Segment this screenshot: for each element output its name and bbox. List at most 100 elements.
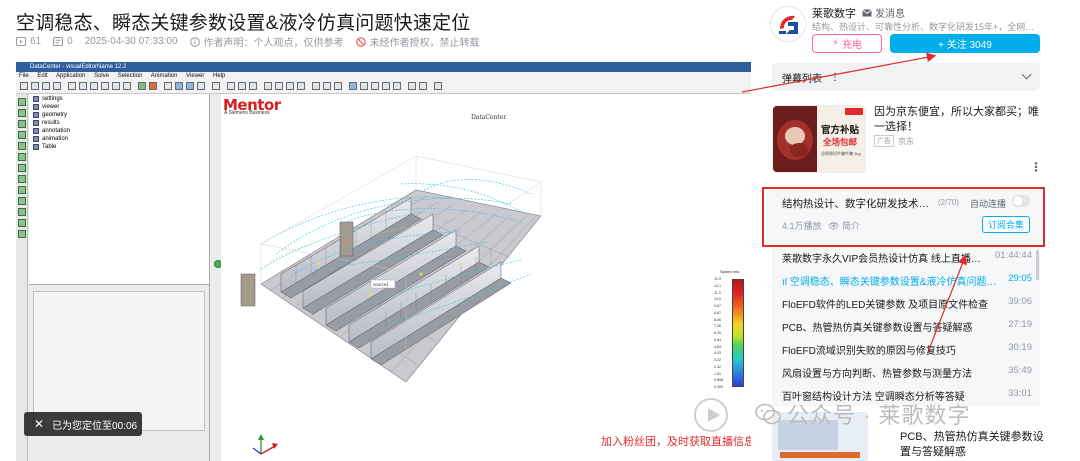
toolbar-icon	[175, 82, 183, 90]
tree-item: annotation	[33, 128, 70, 134]
charge-button[interactable]: ⚡ 充电	[812, 34, 882, 53]
ad-thumbnail[interactable]: 官方补贴 全场包邮 谷饲原切牛腩牛腩 1kg	[772, 105, 866, 173]
svg-text:source1: source1	[373, 282, 389, 287]
panel-icon	[18, 109, 26, 117]
toolbar-icon	[360, 82, 368, 90]
tree-item: results	[33, 120, 60, 126]
video-title: 空调稳态、瞬态关键参数设置&液冷仿真问题快速定位	[16, 13, 471, 34]
more-options-icon[interactable]: ⋮	[1030, 160, 1042, 174]
project-tree: settings viewer geometry results annotat…	[29, 94, 210, 284]
tree-item: viewer	[33, 104, 59, 110]
menu-application: Application	[56, 73, 86, 79]
seek-toast: ✕ 已为您定位至00:06	[24, 412, 142, 436]
forbidden-icon	[355, 36, 366, 47]
danmaku-count: 0	[53, 36, 73, 47]
chevron-down-icon[interactable]	[1021, 69, 1032, 80]
list-item-current[interactable]: ıl 空调稳态、瞬态关键参数设置&液冷仿真问题… 29:05	[782, 273, 1032, 288]
speed-colorbar	[732, 279, 744, 387]
toolbar-icon	[186, 82, 194, 90]
menu-file: File	[19, 73, 29, 79]
tree-node-icon	[33, 112, 39, 118]
toolbar-icon	[249, 82, 257, 90]
panel-icon	[18, 197, 26, 205]
toolbar-icon	[264, 82, 272, 90]
panel-icon	[18, 186, 26, 194]
panel-icon	[18, 142, 26, 150]
play-count-icon	[16, 37, 26, 46]
no-repost-text: 未经作者授权，禁止转载	[369, 38, 480, 49]
ad-title[interactable]: 因为京东便宜，所以大家都买；唯一选择！	[874, 105, 1044, 135]
list-item[interactable]: 莱歌数字永久VIP会员热设计仿真 线上直播… 01:44:44	[782, 250, 1032, 265]
menu-help: Help	[213, 73, 226, 79]
toolbar-icon	[382, 82, 390, 90]
colorbar-title: Speed m/s	[720, 269, 740, 274]
wechat-icon	[755, 403, 781, 425]
app-menubar: File Edit Application Solve Selection An…	[16, 72, 751, 80]
video-player[interactable]: DataCenter - visualEditorName 12.2 File …	[16, 62, 751, 461]
tree-item: animation	[33, 136, 68, 142]
toolbar-icon	[286, 82, 294, 90]
wechat-watermark-text: 公众号 · 莱歌数字	[787, 403, 971, 428]
toolbar-icon	[197, 82, 205, 90]
ad-label: 广告	[874, 135, 894, 147]
uploader-name[interactable]: 莱歌数字	[812, 5, 856, 21]
toolbar-icon	[20, 82, 28, 90]
panel-icon	[18, 164, 26, 172]
panel-icon	[18, 219, 26, 227]
colorbar-tick-label: 12.1	[714, 283, 721, 288]
toolbar-icon	[31, 82, 39, 90]
uploader-description: 结构、热设计、可靠性分析、数字化研发15年+，全网…	[812, 22, 1035, 32]
tree-node-icon	[33, 104, 39, 110]
colorbar-tick-label: 12.9	[714, 277, 721, 281]
toolbar-icon	[275, 82, 283, 90]
lightning-icon: ⚡	[831, 38, 840, 49]
charge-label: 充电	[842, 40, 863, 51]
tree-node-icon	[33, 128, 39, 134]
toolbar-icon	[79, 82, 87, 90]
colorbar-tick-label: 0.000	[714, 385, 723, 389]
toolbar-icon	[238, 82, 246, 90]
play-count: 61	[16, 36, 41, 47]
highlight-box	[762, 187, 1045, 247]
send-message-link[interactable]: 发消息	[862, 5, 905, 20]
list-item[interactable]: FloEFD软件的LED关键参数 及项目原文件检查 39:06	[782, 296, 1032, 311]
recommend-title[interactable]: PCB、热管热仿真关键参数设置与答疑解惑	[900, 430, 1050, 460]
video-meta: 61 0 2025-04-30 07:33:00 作者声明：个人观点，仅供参考 …	[16, 34, 492, 49]
episode-list-scrollbar[interactable]	[1036, 250, 1039, 280]
list-item[interactable]: FloEFD流域识别失败的原因与修复技巧 30:19	[782, 342, 1032, 357]
close-icon[interactable]: ✕	[34, 417, 44, 431]
left-icon-strip	[16, 94, 28, 461]
author-statement-text: 作者声明：个人观点，仅供参考	[203, 38, 344, 49]
ad-badge-title: 官方补贴	[821, 125, 860, 136]
ad-tag: 广告 京东	[874, 135, 914, 147]
menu-selection: Selection	[117, 73, 143, 79]
list-item[interactable]: PCB、热管热仿真关键参数设置与答疑解惑 27:19	[782, 319, 1032, 334]
toolbar-icon	[334, 82, 342, 90]
toolbar-icon	[149, 82, 157, 90]
info-icon	[189, 36, 200, 47]
colorbar-tick-label: 2.42	[714, 364, 721, 369]
list-item[interactable]: 风扇设置与方向判断、热管参数与测量方法 35:49	[782, 365, 1032, 380]
seek-toast-text: 已为您定位至00:06	[52, 420, 138, 432]
author-statement: 作者声明：个人观点，仅供参考	[189, 34, 344, 49]
panel-icon	[18, 175, 26, 183]
more-options-icon[interactable]: ⋮	[830, 72, 840, 83]
panel-icon	[18, 120, 26, 128]
follow-button[interactable]: + 关注 3049	[890, 34, 1040, 53]
toolbar-icon	[164, 82, 172, 90]
tree-node-icon	[33, 136, 39, 142]
tree-node-icon	[33, 144, 39, 150]
ad-badge-shipping: 全场包邮	[823, 137, 858, 147]
fan-club-hint[interactable]: 加入粉丝团，及时获取直播信息	[601, 433, 751, 449]
app-toolbar	[16, 80, 751, 94]
colorbar-tick-label: 8.06	[714, 317, 721, 322]
menu-viewer: Viewer	[186, 73, 205, 79]
colorbar-tick-label: 3.22	[714, 358, 721, 362]
avatar[interactable]	[770, 6, 806, 42]
danmaku-list-header[interactable]: 弹幕列表 ⋮	[772, 63, 1040, 91]
3d-viewport: source1	[221, 94, 751, 461]
toolbar-icon	[101, 82, 109, 90]
toolbar-icon	[112, 82, 120, 90]
menu-edit: Edit	[37, 73, 48, 79]
colorbar-tick-label: 11.3	[714, 290, 721, 295]
